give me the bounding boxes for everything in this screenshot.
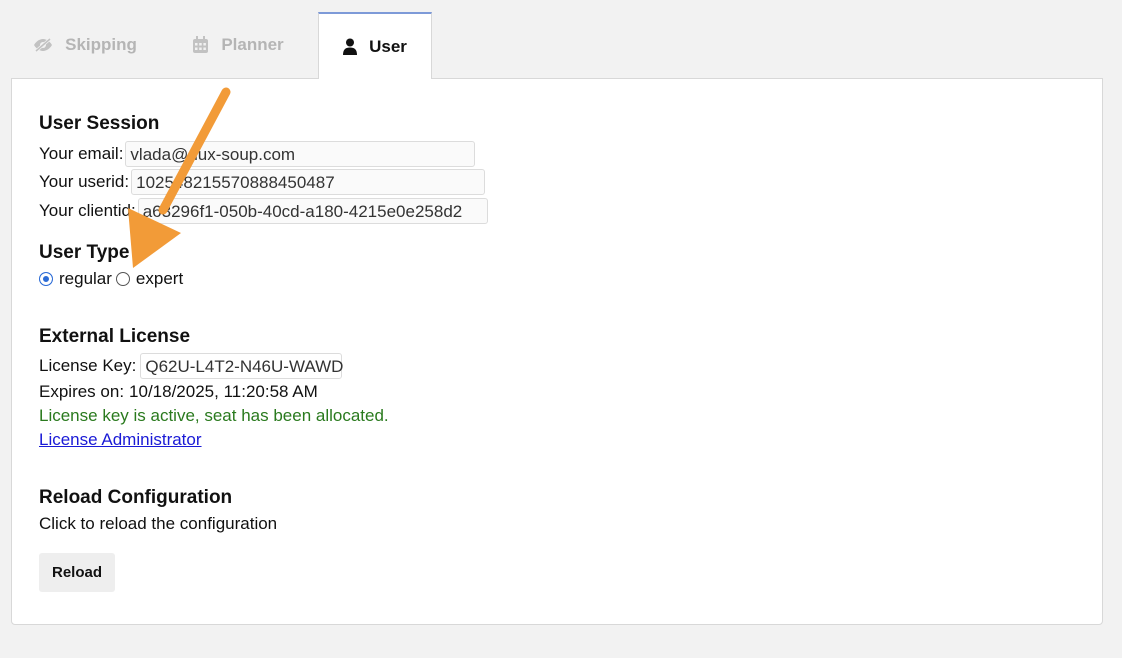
user-panel: User Session Your email: vlada@dux-soup.…: [11, 78, 1103, 625]
userid-field[interactable]: 102548215570888450487: [131, 169, 486, 195]
user-icon: [343, 38, 358, 55]
tab-user[interactable]: User: [318, 12, 432, 79]
regular-radio[interactable]: [39, 272, 53, 286]
eye-slash-icon: [33, 37, 53, 53]
clientid-label: Your clientid:: [39, 201, 136, 220]
user-session-heading: User Session: [39, 113, 160, 134]
license-key-field[interactable]: Q62U-L4T2-N46U-WAWD: [140, 353, 343, 379]
expires-value: 10/18/2025, 11:20:58 AM: [129, 382, 318, 401]
clientid-field[interactable]: a63296f1-050b-40cd-a180-4215e0e258d2: [137, 198, 488, 224]
expires-label: Expires on:: [39, 382, 125, 401]
license-key-label: License Key:: [39, 356, 137, 375]
expert-radio-label[interactable]: expert: [136, 267, 183, 291]
email-field[interactable]: vlada@dux-soup.com: [125, 141, 476, 167]
user-type-heading: User Type: [39, 242, 130, 263]
tab-planner-label: Planner: [221, 35, 284, 54]
tab-bar: Skipping Planner User: [12, 12, 432, 79]
expires-row: Expires on: 10/18/2025, 11:20:58 AM: [39, 380, 318, 404]
regular-radio-label[interactable]: regular: [59, 267, 112, 291]
clientid-row: Your clientid: a63296f1-050b-40cd-a180-4…: [39, 198, 488, 224]
tab-skipping-label: Skipping: [65, 35, 137, 54]
license-status: License key is active, seat has been all…: [39, 406, 389, 425]
expert-radio[interactable]: [115, 272, 130, 286]
user-type-options: regular expert: [39, 267, 183, 291]
reload-configuration-heading: Reload Configuration: [39, 487, 233, 508]
email-label: Your email:: [39, 144, 124, 163]
tab-skipping[interactable]: Skipping: [12, 12, 158, 78]
external-license-heading: External License: [39, 326, 191, 347]
userid-row: Your userid: 102548215570888450487: [39, 169, 486, 195]
reload-button[interactable]: Reload: [39, 553, 115, 592]
userid-label: Your userid:: [39, 172, 130, 191]
license-administrator-link[interactable]: License Administrator: [39, 428, 202, 452]
calendar-icon: [192, 36, 209, 54]
tab-user-label: User: [369, 36, 407, 56]
reload-description: Click to reload the configuration: [39, 514, 278, 533]
license-key-row: License Key: Q62U-L4T2-N46U-WAWD: [39, 353, 343, 379]
email-row: Your email: vlada@dux-soup.com: [39, 141, 476, 167]
tab-planner[interactable]: Planner: [158, 12, 318, 78]
